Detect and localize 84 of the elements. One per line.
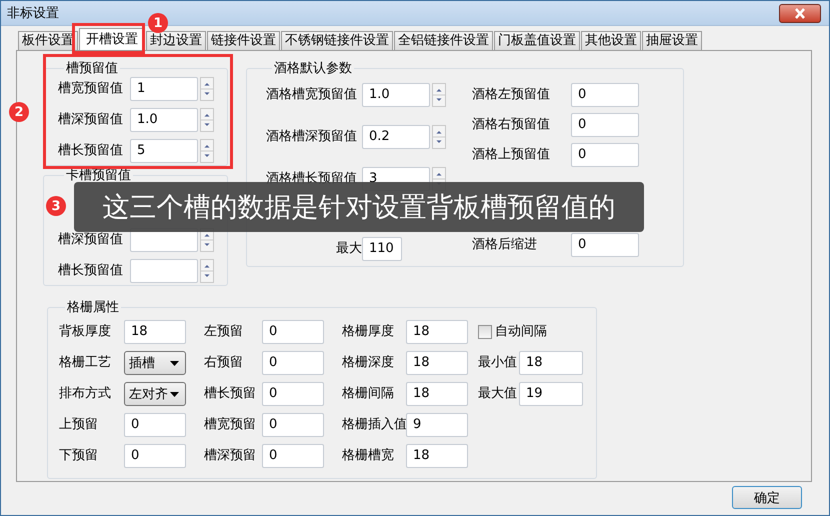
tab[interactable]: 不锈钢链接件设置 bbox=[281, 31, 393, 50]
field-label: 格栅间隔 bbox=[342, 385, 395, 404]
tab[interactable]: 抽屉设置 bbox=[642, 31, 702, 50]
tab[interactable]: 链接件设置 bbox=[207, 31, 280, 50]
field-label: 酒格后缩进 bbox=[472, 236, 538, 254]
field-label: 槽深预留值 bbox=[58, 111, 124, 130]
group-title: 卡槽预留值 bbox=[65, 167, 132, 184]
step-badge: 2 bbox=[9, 102, 29, 122]
field-label: 排布方式 bbox=[59, 385, 112, 404]
field-label: 右预留 bbox=[204, 354, 244, 372]
input-field[interactable]: 0 bbox=[262, 351, 324, 375]
tab[interactable]: 全铝链接件设置 bbox=[394, 31, 493, 50]
field-label: 左预留 bbox=[204, 323, 244, 342]
field-label: 格栅厚度 bbox=[342, 323, 395, 342]
input-field[interactable]: 0 bbox=[571, 143, 639, 167]
field-label: 槽深预留值 bbox=[58, 231, 124, 250]
input-field[interactable]: 18 bbox=[406, 444, 468, 468]
input-field[interactable]: 18 bbox=[519, 351, 583, 375]
input-field[interactable]: 18 bbox=[406, 382, 468, 406]
spinner-icon[interactable] bbox=[200, 77, 214, 101]
spinner-icon[interactable] bbox=[432, 83, 446, 107]
field-label: 槽宽预留 bbox=[204, 416, 257, 434]
field-label: 格栅工艺 bbox=[59, 354, 112, 372]
spinner-icon[interactable] bbox=[200, 259, 214, 283]
checkbox[interactable] bbox=[478, 325, 492, 339]
field-label: 槽深预留 bbox=[204, 447, 257, 466]
field-label: 最大值 bbox=[478, 385, 518, 404]
close-icon[interactable] bbox=[779, 4, 821, 22]
caret-icon bbox=[170, 392, 179, 396]
caret-icon bbox=[170, 360, 179, 366]
input-field[interactable]: 0 bbox=[571, 113, 639, 137]
spinner-icon[interactable] bbox=[432, 125, 446, 149]
spinner-icon[interactable] bbox=[200, 108, 214, 132]
ok-button[interactable]: 确定 bbox=[732, 486, 802, 509]
field-label: 最小值 bbox=[478, 354, 518, 372]
input-field[interactable]: 1 bbox=[130, 77, 198, 101]
field-label: 格栅深度 bbox=[342, 354, 395, 372]
field-label: 酒格槽深预留值 bbox=[266, 128, 358, 146]
input-field[interactable]: 5 bbox=[130, 139, 198, 163]
input-field[interactable]: 110 bbox=[362, 237, 402, 261]
group-title: 酒格默认参数 bbox=[273, 60, 353, 77]
field-label: 格栅插入值 bbox=[342, 416, 406, 434]
field-label: 最大 bbox=[335, 240, 362, 258]
tab[interactable]: 门板盖值设置 bbox=[494, 31, 580, 50]
field-label: 酒格上预留值 bbox=[472, 146, 551, 164]
field-label: 酒格槽宽预留值 bbox=[266, 86, 358, 104]
input-field[interactable]: 0 bbox=[571, 233, 639, 257]
input-field[interactable]: 19 bbox=[519, 382, 583, 406]
input-field[interactable]: 9 bbox=[406, 413, 468, 437]
dropdown[interactable]: 左对齐 bbox=[124, 382, 186, 406]
field-label: 槽长预留 bbox=[204, 385, 257, 404]
caption-overlay: 这三个槽的数据是针对设置背板槽预留值的 bbox=[74, 182, 644, 232]
tab[interactable]: 封边设置 bbox=[146, 31, 206, 50]
spinner-icon[interactable] bbox=[200, 139, 214, 163]
input-field[interactable]: 0 bbox=[124, 413, 186, 437]
input-field[interactable]: 0 bbox=[571, 83, 639, 107]
input-field[interactable]: 0 bbox=[124, 444, 186, 468]
window-title: 非标设置 bbox=[7, 5, 59, 22]
input-field[interactable]: 0 bbox=[262, 320, 324, 344]
field-label: 酒格左预留值 bbox=[472, 86, 551, 104]
field-label: 上预留 bbox=[59, 416, 99, 434]
field-label: 格栅槽宽 bbox=[342, 447, 395, 466]
field-label: 槽宽预留值 bbox=[58, 80, 124, 98]
group-title: 格栅属性 bbox=[66, 299, 120, 316]
tab[interactable]: 其他设置 bbox=[581, 31, 641, 50]
dropdown[interactable]: 插槽 bbox=[124, 351, 186, 375]
input-field[interactable]: 18 bbox=[406, 351, 468, 375]
input-field[interactable]: 0 bbox=[262, 444, 324, 468]
field-label: 下预留 bbox=[59, 447, 99, 466]
input-field[interactable]: 18 bbox=[124, 320, 186, 344]
input-field[interactable]: 1.0 bbox=[362, 83, 430, 107]
field-label: 槽长预留值 bbox=[58, 142, 124, 160]
field-label: 槽长预留值 bbox=[58, 262, 124, 280]
input-field[interactable]: 0 bbox=[262, 382, 324, 406]
tab[interactable]: 开槽设置 bbox=[79, 28, 145, 50]
field-label: 酒格右预留值 bbox=[472, 116, 551, 134]
checkbox-label: 自动间隔 bbox=[495, 323, 547, 342]
input-field[interactable]: 1.0 bbox=[130, 108, 198, 132]
field-label: 背板厚度 bbox=[59, 323, 112, 342]
input-field[interactable]: 0.2 bbox=[362, 125, 430, 149]
group-title: 槽预留值 bbox=[65, 60, 119, 77]
input-field[interactable]: 0 bbox=[262, 413, 324, 437]
input-field[interactable] bbox=[130, 259, 198, 283]
input-field[interactable]: 18 bbox=[406, 320, 468, 344]
